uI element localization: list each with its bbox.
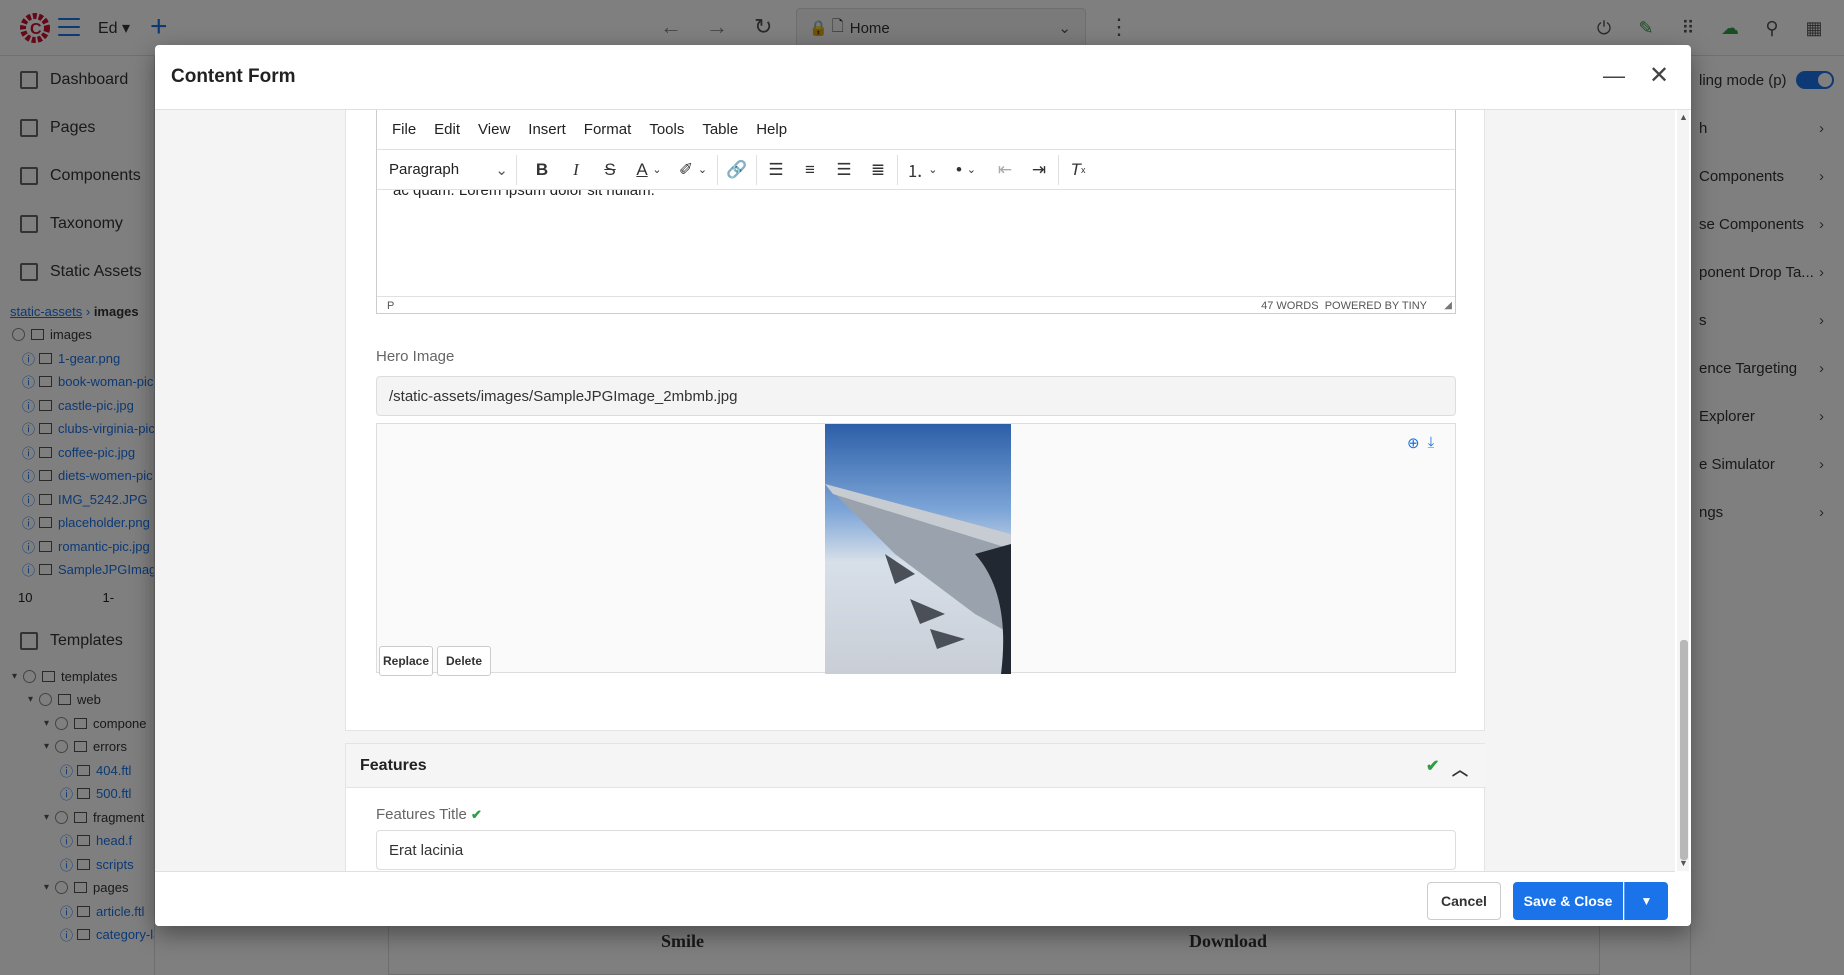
dialog-body: File Edit View Insert Format Tools Table Help P… — [155, 110, 1675, 871]
zoom-in-icon[interactable]: ⊕ — [1407, 434, 1420, 452]
save-and-close-button[interactable]: Save & Close — [1513, 882, 1623, 920]
chevron-down-icon: ⌄ — [495, 161, 508, 179]
airplane-wing-image — [825, 424, 1011, 674]
editor-menu-item[interactable]: View — [469, 121, 519, 138]
replace-button[interactable]: Replace — [379, 646, 433, 676]
features-title-label-text: Features Title — [376, 806, 467, 823]
delete-button-label: Delete — [445, 654, 483, 668]
editor-menu-item[interactable]: Insert — [519, 121, 575, 138]
scroll-down-icon[interactable]: ▼ — [1679, 858, 1688, 868]
cancel-button[interactable]: Cancel — [1427, 882, 1501, 920]
editor-toolbar: Paragraph ⌄ B I S A ⌄ ✐ ⌄ 🔗 ☰ ≡ ☰ ≣ ⒈ ⌄ — [377, 150, 1455, 190]
checkmark-icon: ✔ — [1426, 758, 1440, 775]
element-path: P — [387, 299, 395, 312]
scroll-thumb[interactable] — [1680, 640, 1688, 860]
caret-down-icon: ▼ — [1640, 894, 1653, 908]
editor-menu-item[interactable]: Edit — [425, 121, 469, 138]
bullet-list-icon[interactable]: • ⌄ — [944, 155, 988, 185]
checkmark-icon: ✔ — [471, 807, 482, 822]
features-section: Features ✔ ︿ Features Title ✔ Erat lacin… — [345, 743, 1486, 871]
align-center-icon[interactable]: ≡ — [793, 155, 827, 185]
numbered-list-icon[interactable]: ⒈ ⌄ — [900, 155, 944, 185]
delete-button[interactable]: Delete — [437, 646, 491, 676]
replace-button-label: Replace — [382, 654, 430, 668]
dialog-scrollbar[interactable]: ▲ ▼ — [1677, 110, 1689, 871]
editor-menu-item[interactable]: File — [383, 121, 425, 138]
resize-handle-icon[interactable]: ◢ — [1444, 300, 1452, 311]
features-section-header[interactable]: Features ✔ ︿ — [346, 744, 1486, 788]
content-form-dialog: Content Form — ✕ File Edit View Insert Forma… — [155, 45, 1691, 926]
editor-menu-item[interactable]: Tools — [640, 121, 693, 138]
editor-statusbar: P 47 WORDS POWERED BY TINY ◢ — [377, 296, 1455, 314]
hero-image-preview: ⊕ ⤓ — [376, 423, 1456, 674]
powered-by[interactable]: POWERED BY TINY — [1325, 300, 1427, 312]
dialog-header: Content Form — ✕ — [155, 45, 1691, 110]
features-title-value: Erat lacinia — [389, 841, 464, 859]
text-color-icon[interactable]: A ⌄ — [627, 155, 671, 185]
block-format-value: Paragraph — [389, 161, 460, 178]
save-button-label: Save & Close — [1523, 893, 1613, 909]
features-title-input[interactable]: Erat lacinia — [376, 830, 1456, 870]
close-icon[interactable]: ✕ — [1649, 61, 1669, 90]
rich-text-editor: File Edit View Insert Format Tools Table Help P… — [376, 110, 1456, 314]
minimize-icon[interactable]: — — [1603, 63, 1625, 89]
save-options-dropdown[interactable]: ▼ — [1624, 882, 1668, 920]
indent-icon[interactable]: ⇥ — [1022, 155, 1056, 185]
align-right-icon[interactable]: ☰ — [827, 155, 861, 185]
editor-menubar: File Edit View Insert Format Tools Table Help — [377, 110, 1455, 150]
features-title-label: Features Title ✔ — [376, 806, 482, 823]
align-justify-icon[interactable]: ≣ — [861, 155, 895, 185]
download-icon[interactable]: ⤓ — [1428, 434, 1435, 452]
link-icon[interactable]: 🔗 — [720, 155, 754, 185]
hero-image-path: /static-assets/images/SampleJPGImage_2mb… — [389, 387, 738, 405]
editor-menu-item[interactable]: Table — [693, 121, 747, 138]
hero-image-path-field: /static-assets/images/SampleJPGImage_2mb… — [376, 376, 1456, 416]
italic-icon[interactable]: I — [559, 155, 593, 185]
clear-formatting-icon[interactable]: Tx — [1061, 155, 1095, 185]
chevron-up-icon[interactable]: ︿ — [1452, 756, 1468, 780]
bold-icon[interactable]: B — [525, 155, 559, 185]
cancel-button-label: Cancel — [1441, 893, 1487, 909]
scroll-up-icon[interactable]: ▲ — [1679, 112, 1688, 122]
form-section: File Edit View Insert Format Tools Table Help P… — [345, 110, 1485, 731]
strikethrough-icon[interactable]: S — [593, 155, 627, 185]
editor-content[interactable]: ac quam. Lorem ipsum dolor sit nullam. — [377, 190, 1455, 296]
outdent-icon[interactable]: ⇤ — [988, 155, 1022, 185]
editor-text: ac quam. Lorem ipsum dolor sit nullam. — [393, 190, 655, 199]
block-format-select[interactable]: Paragraph ⌄ — [381, 154, 517, 185]
dialog-footer: Cancel Save & Close ▼ — [155, 871, 1675, 926]
editor-menu-item[interactable]: Help — [747, 121, 796, 138]
hero-image-label: Hero Image — [376, 348, 455, 365]
editor-menu-item[interactable]: Format — [575, 121, 641, 138]
features-section-title: Features — [360, 756, 427, 774]
dialog-title: Content Form — [171, 66, 296, 87]
align-left-icon[interactable]: ☰ — [759, 155, 793, 185]
highlight-color-icon[interactable]: ✐ ⌄ — [671, 155, 715, 185]
word-count: 47 WORDS — [1261, 299, 1319, 312]
